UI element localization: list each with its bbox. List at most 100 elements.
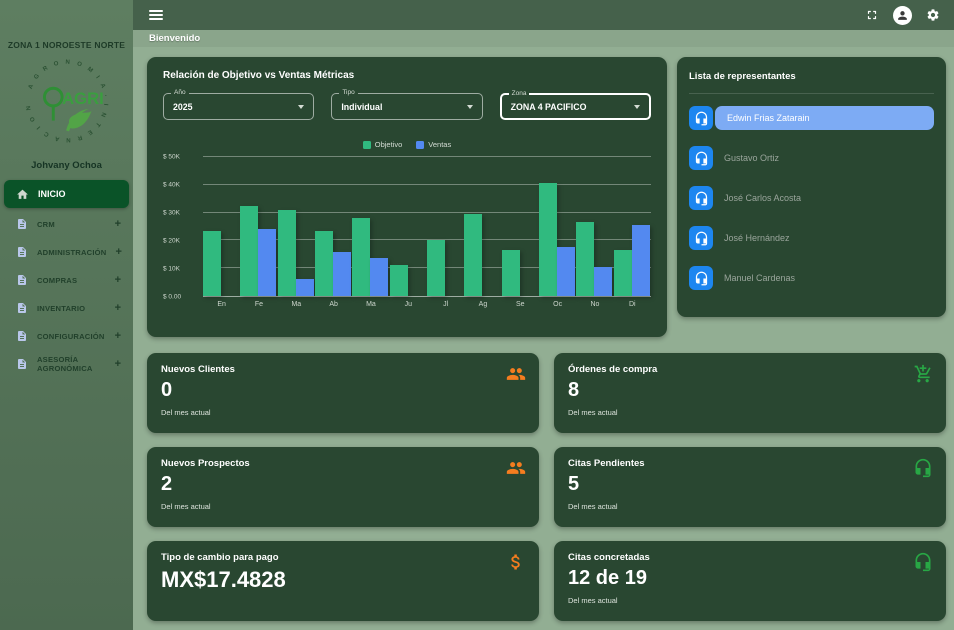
menu-icon[interactable] — [149, 8, 163, 22]
y-tick-label: $ 50K — [163, 154, 180, 161]
bar-objetivo-8 — [502, 250, 520, 296]
content-area: Bienvenido Relación de Objetivo vs Venta… — [133, 30, 954, 630]
rep-item-selected[interactable]: Edwin Frias Zatarain — [689, 106, 934, 130]
year-select[interactable]: Año 2025 — [163, 93, 314, 120]
type-select[interactable]: Tipo Individual — [331, 93, 482, 120]
expand-plus-icon[interactable]: + — [115, 330, 121, 342]
sidebar-item-configuracion[interactable]: CONFIGURACIÓN + — [0, 322, 133, 350]
y-tick-label: $ 40K — [163, 182, 180, 189]
bar-ventas-4 — [370, 258, 388, 296]
bar-objetivo-4 — [352, 218, 370, 296]
representatives-title: Lista de representantes — [689, 71, 934, 82]
gear-icon[interactable] — [926, 8, 940, 22]
bars-row — [203, 157, 651, 296]
stat-subtitle: Del mes actual — [568, 408, 932, 417]
bar-group-3-Ab — [315, 157, 352, 296]
stat-value: 2 — [161, 473, 525, 496]
bar-ventas-2 — [296, 279, 314, 296]
app-window: ZONA 1 NOROESTE NORTE A G R O N O M I A … — [0, 0, 954, 630]
zone-select-value: ZONA 4 PACIFICO — [511, 102, 587, 112]
topbar — [133, 0, 954, 30]
expand-plus-icon[interactable]: + — [115, 274, 121, 286]
y-tick-label: $ 20K — [163, 238, 180, 245]
stat-subtitle: Del mes actual — [161, 408, 525, 417]
type-select-label: Tipo — [339, 89, 357, 96]
sidebar-item-inicio[interactable]: INICIO — [4, 180, 129, 208]
x-tick-label: Ma — [278, 301, 315, 308]
stat-card-nuevos-prospectos: Nuevos Prospectos 2 Del mes actual — [147, 447, 539, 527]
user-name: Johvany Ochoa — [31, 160, 102, 171]
stat-value: 0 — [161, 379, 525, 402]
bar-objetivo-9 — [539, 183, 557, 296]
chevron-down-icon — [298, 105, 304, 109]
sidebar-item-crm[interactable]: CRM + — [0, 210, 133, 238]
sidebar-item-compras[interactable]: COMPRAS + — [0, 266, 133, 294]
topbar-actions — [865, 6, 940, 25]
document-icon — [16, 218, 28, 230]
stat-title: Citas concretadas — [568, 552, 932, 563]
fullscreen-icon[interactable] — [865, 8, 879, 22]
bar-group-9-Oc — [539, 157, 576, 296]
stat-title: Órdenes de compra — [568, 364, 932, 375]
bar-group-10-No — [576, 157, 613, 296]
sidebar-item-label: INVENTARIO — [37, 304, 106, 313]
stat-value: 12 de 19 — [568, 567, 932, 590]
bar-objetivo-7 — [464, 214, 482, 296]
bar-objetivo-2 — [278, 210, 296, 296]
rep-item[interactable]: Manuel Cardenas — [689, 266, 934, 290]
expand-plus-icon[interactable]: + — [115, 218, 121, 230]
x-tick-label: En — [203, 301, 240, 308]
rep-item[interactable]: Gustavo Ortiz — [689, 146, 934, 170]
legend-item-objetivo[interactable]: Objetivo — [363, 140, 403, 149]
bar-ventas-1 — [258, 229, 276, 296]
bar-group-4-Ma — [352, 157, 389, 296]
document-icon — [16, 302, 28, 314]
sidebar-nav: INICIO CRM + ADMINISTRACIÓN + COMPRAS + … — [0, 180, 133, 378]
stat-title: Citas Pendientes — [568, 458, 932, 469]
stat-value: 5 — [568, 473, 932, 496]
sidebar-item-label: INICIO — [38, 189, 66, 199]
people-icon — [506, 364, 526, 384]
x-tick-label: Ju — [390, 301, 427, 308]
x-tick-label: Se — [502, 301, 539, 308]
document-icon — [16, 274, 28, 286]
person-icon — [896, 9, 909, 22]
x-tick-label: No — [576, 301, 613, 308]
sidebar-item-inventario[interactable]: INVENTARIO + — [0, 294, 133, 322]
bar-group-11-Di — [614, 157, 651, 296]
x-tick-label: Ag — [464, 301, 501, 308]
rep-item[interactable]: José Carlos Acosta — [689, 186, 934, 210]
x-tick-label: Ma — [352, 301, 389, 308]
sidebar-item-asesoria-agronomica[interactable]: ASESORÍA AGRONÓMICA + — [0, 350, 133, 378]
avatar[interactable] — [893, 6, 912, 25]
expand-plus-icon[interactable]: + — [115, 302, 121, 314]
x-tick-label: Oc — [539, 301, 576, 308]
bar-objetivo-10 — [576, 222, 594, 296]
bar-group-5-Ju — [390, 157, 427, 296]
rep-item[interactable]: José Hernández — [689, 226, 934, 250]
bar-group-7-Ag — [464, 157, 501, 296]
sidebar-item-label: COMPRAS — [37, 276, 106, 285]
sidebar-item-label: CRM — [37, 220, 106, 229]
chevron-down-icon — [634, 105, 640, 109]
bar-objetivo-5 — [390, 265, 408, 296]
sidebar-item-administracion[interactable]: ADMINISTRACIÓN + — [0, 238, 133, 266]
legend-swatch-objetivo — [363, 141, 371, 149]
rep-name: Edwin Frias Zatarain — [715, 106, 934, 130]
x-tick-label: Fe — [240, 301, 277, 308]
expand-plus-icon[interactable]: + — [115, 246, 121, 258]
headset-icon — [913, 458, 933, 478]
bar-group-0-En — [203, 157, 240, 296]
zone-select[interactable]: Zona ZONA 4 PACIFICO — [500, 93, 651, 120]
bar-chart: $ 0.00$ 10K$ 20K$ 30K$ 40K$ 50K EnFeMaAb… — [163, 157, 651, 308]
expand-plus-icon[interactable]: + — [115, 358, 121, 370]
legend-item-ventas[interactable]: Ventas — [416, 140, 451, 149]
bar-plot — [203, 157, 651, 297]
cart-plus-icon — [913, 364, 933, 384]
type-select-value: Individual — [341, 102, 382, 112]
stat-card-tipo-cambio: Tipo de cambio para pago MX$17.4828 — [147, 541, 539, 621]
stat-title: Nuevos Clientes — [161, 364, 525, 375]
document-icon — [16, 246, 28, 258]
representatives-card: Lista de representantes Edwin Frias Zata… — [677, 57, 946, 317]
stat-subtitle: Del mes actual — [161, 502, 525, 511]
